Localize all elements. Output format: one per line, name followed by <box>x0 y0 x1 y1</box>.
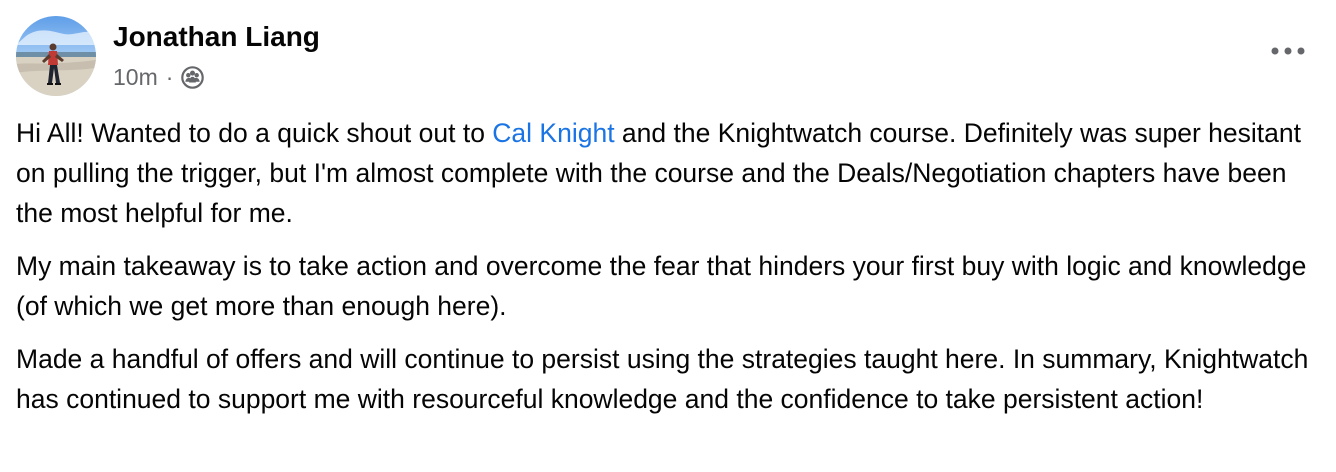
group-audience-icon[interactable] <box>180 65 205 90</box>
paragraph-1-text-before: Hi All! Wanted to do a quick shout out t… <box>16 118 493 148</box>
post-header: Jonathan Liang 10m · <box>16 16 320 96</box>
post-timestamp[interactable]: 10m <box>113 64 158 90</box>
more-options-button[interactable] <box>1268 36 1308 68</box>
ellipsis-icon <box>1270 43 1306 61</box>
author-avatar[interactable] <box>16 16 96 96</box>
post-paragraph-1: Hi All! Wanted to do a quick shout out t… <box>16 113 1320 233</box>
post-paragraph-3: Made a handful of offers and will contin… <box>16 339 1320 419</box>
meta-separator: · <box>165 64 174 90</box>
paragraph-3-text: Made a handful of offers and will contin… <box>16 344 1309 414</box>
paragraph-2-text: My main takeaway is to take action and o… <box>16 251 1307 321</box>
post-subline: 10m · <box>113 64 320 90</box>
post-paragraph-2: My main takeaway is to take action and o… <box>16 246 1320 326</box>
post-meta: Jonathan Liang 10m · <box>113 16 320 90</box>
facebook-post: Jonathan Liang 10m · Hi All! Wanted to d… <box>0 0 1336 472</box>
author-name[interactable]: Jonathan Liang <box>113 21 320 53</box>
mention-link[interactable]: Cal Knight <box>492 118 614 148</box>
post-body: Hi All! Wanted to do a quick shout out t… <box>16 113 1320 432</box>
